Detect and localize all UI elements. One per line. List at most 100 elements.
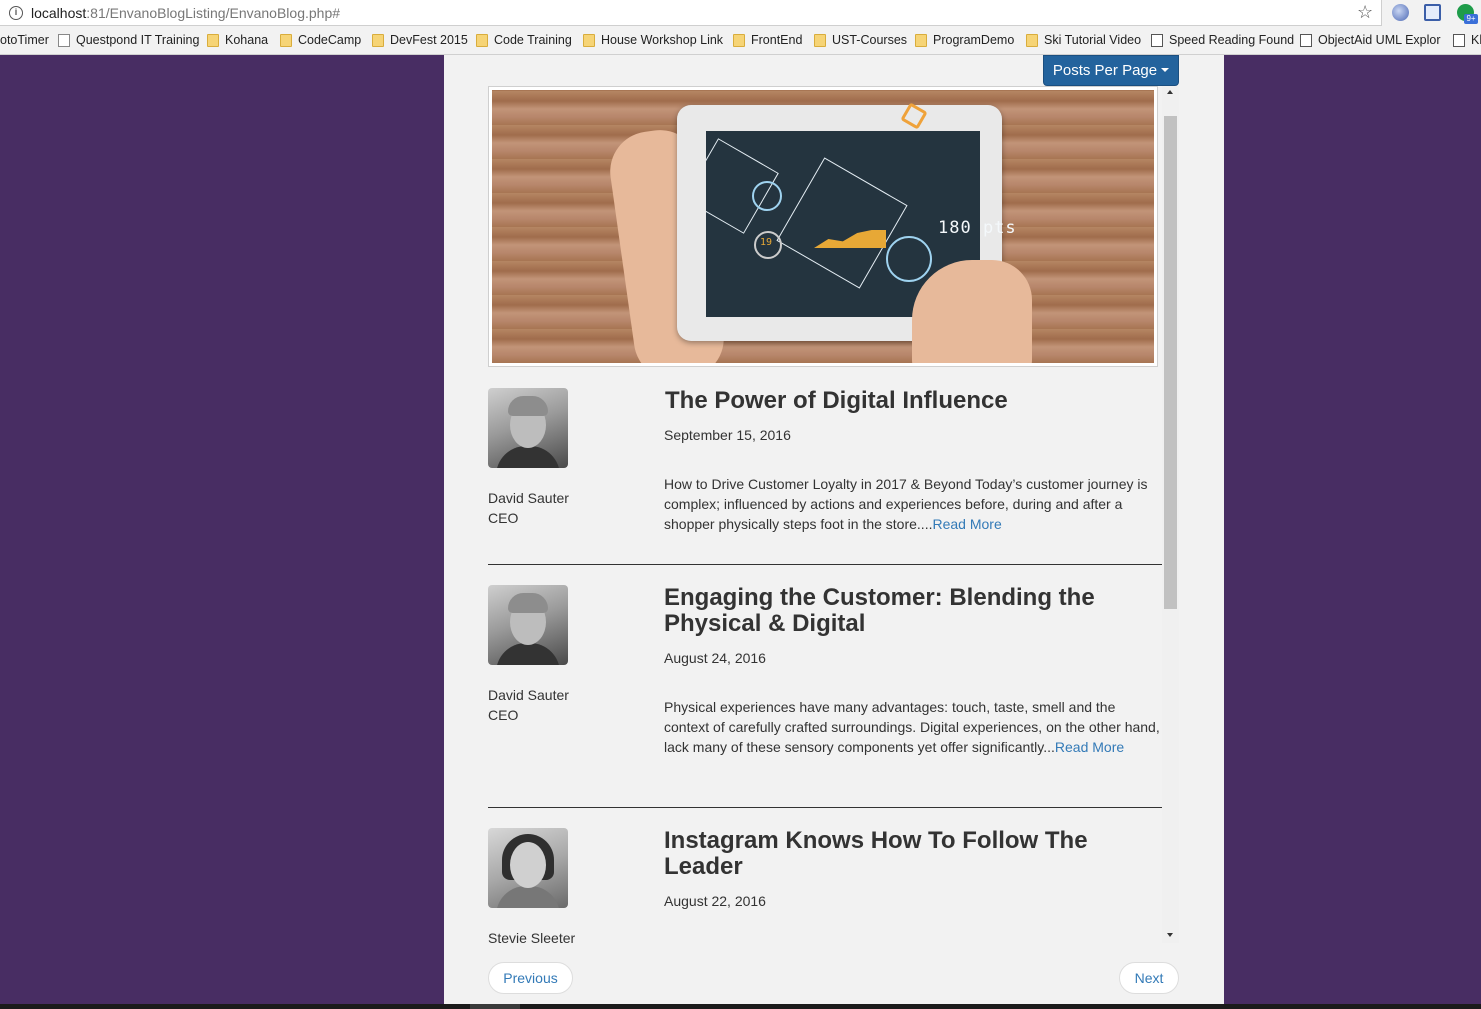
author-name: David Sauter xyxy=(488,490,569,506)
bookmark-label: ProgramDemo xyxy=(933,33,1015,47)
app-icon xyxy=(1453,34,1465,47)
bookmark-ototimer[interactable]: otoTimer xyxy=(0,32,49,49)
bookmark-label: Speed Reading Found xyxy=(1169,33,1295,47)
finger-illustration xyxy=(912,260,1032,363)
folder-icon xyxy=(207,34,219,47)
read-more-link[interactable]: Read More xyxy=(1055,739,1124,755)
bookmark-codecamp[interactable]: CodeCamp xyxy=(280,32,361,49)
screen-extension-icon[interactable] xyxy=(1424,4,1441,21)
bookmark-label: ObjectAid UML Explor xyxy=(1318,33,1441,47)
author-avatar xyxy=(488,828,568,908)
read-more-link[interactable]: Read More xyxy=(932,516,1001,532)
hero-tablet-illustration: 19 180 pts xyxy=(492,90,1154,363)
bookmark-questpond[interactable]: Questpond IT Training xyxy=(58,32,199,49)
bookmark-ski-tutorial[interactable]: Ski Tutorial Video xyxy=(1026,32,1141,49)
app-icon xyxy=(1300,34,1312,47)
folder-icon xyxy=(372,34,384,47)
bookmark-label: DevFest 2015 xyxy=(390,33,468,47)
folder-icon xyxy=(476,34,488,47)
post-divider xyxy=(488,807,1162,808)
url-path: :81/EnvanoBlogListing/EnvanoBlog.php# xyxy=(86,5,341,21)
bookmark-label: otoTimer xyxy=(0,33,49,47)
bookmark-devfest[interactable]: DevFest 2015 xyxy=(372,32,468,49)
author-avatar xyxy=(488,388,568,468)
hero-badge-text: 19 xyxy=(760,237,773,248)
post-divider xyxy=(488,564,1162,565)
post-date: August 22, 2016 xyxy=(664,893,766,909)
bookmark-label: Code Training xyxy=(494,33,572,47)
bookmark-label: Questpond IT Training xyxy=(76,33,200,47)
bookmark-label: CodeCamp xyxy=(298,33,362,47)
bookmark-kohana[interactable]: Kohana xyxy=(207,32,268,49)
post-date: September 15, 2016 xyxy=(664,427,791,443)
url-field[interactable]: i localhost:81/EnvanoBlogListing/EnvanoB… xyxy=(0,0,1382,26)
taskbar xyxy=(0,1004,1481,1009)
scrollbar-thumb[interactable] xyxy=(1164,116,1177,609)
bookmark-label: Kohana xyxy=(225,33,269,47)
scrollbar[interactable] xyxy=(1162,86,1179,943)
posts-per-page-label: Posts Per Page xyxy=(1052,62,1158,79)
author-name: Stevie Sleeter xyxy=(488,930,576,943)
author-info: Stevie Sleeter xyxy=(488,928,575,943)
avatar-body xyxy=(496,886,560,908)
bookmark-label: Kh xyxy=(1471,33,1481,47)
post-excerpt: Physical experiences have many advantage… xyxy=(664,697,1160,757)
scroll-down-arrow-icon[interactable] xyxy=(1167,933,1173,937)
bookmark-programdemo[interactable]: ProgramDemo xyxy=(915,32,1014,49)
post-excerpt: How to Drive Customer Loyalty in 2017 & … xyxy=(664,474,1160,534)
post-title[interactable]: Instagram Knows How To Follow The Leader xyxy=(664,828,1134,880)
avatar-body xyxy=(496,643,560,665)
avatar-hair xyxy=(508,593,548,613)
author-role: CEO xyxy=(488,510,519,526)
avatar-face xyxy=(510,842,546,888)
bookmark-star-icon[interactable]: ☆ xyxy=(1357,2,1373,23)
app-icon xyxy=(1151,34,1163,47)
page-icon xyxy=(58,34,70,47)
folder-icon xyxy=(814,34,826,47)
url-host: localhost xyxy=(31,5,87,21)
browser-address-bar: i localhost:81/EnvanoBlogListing/EnvanoB… xyxy=(0,0,1481,26)
post-title[interactable]: The Power of Digital Influence xyxy=(665,388,1135,414)
author-role: CEO xyxy=(488,707,519,723)
scroll-up-arrow-icon[interactable] xyxy=(1167,90,1173,94)
ring-shape xyxy=(886,236,932,282)
taskbar-item[interactable] xyxy=(470,1004,520,1009)
bookmarks-bar: otoTimer Questpond IT Training Kohana Co… xyxy=(0,26,1481,55)
folder-icon xyxy=(1026,34,1038,47)
bookmark-label: FrontEnd xyxy=(751,33,803,47)
bookmark-code-training[interactable]: Code Training xyxy=(476,32,572,49)
bookmark-speed-reading[interactable]: Speed Reading Found xyxy=(1151,32,1294,49)
ring-shape xyxy=(752,181,782,211)
bookmark-label: UST-Courses xyxy=(832,33,908,47)
folder-icon xyxy=(583,34,595,47)
author-info: David Sauter CEO xyxy=(488,685,569,725)
hero-points-text: 180 pts xyxy=(938,218,1017,238)
folder-icon xyxy=(733,34,745,47)
hero-image: 19 180 pts xyxy=(488,86,1158,367)
info-icon[interactable]: i xyxy=(9,6,23,20)
bookmark-objectaid[interactable]: ObjectAid UML Explor xyxy=(1300,32,1441,49)
bookmark-kh[interactable]: Kh xyxy=(1453,32,1481,49)
blog-list-scroll-area[interactable]: 19 180 pts David Sauter CEO The Power of… xyxy=(488,86,1179,943)
globe-extension-icon[interactable] xyxy=(1392,4,1409,21)
author-name: David Sauter xyxy=(488,687,569,703)
caret-down-icon xyxy=(1161,68,1170,72)
extension-badge: 9+ xyxy=(1464,14,1478,24)
url-text: localhost:81/EnvanoBlogListing/EnvanoBlo… xyxy=(31,5,340,21)
bookmark-ust-courses[interactable]: UST-Courses xyxy=(814,32,907,49)
bookmark-frontend[interactable]: FrontEnd xyxy=(733,32,802,49)
post-excerpt-text: How to Drive Customer Loyalty in 2017 & … xyxy=(664,476,1148,532)
author-avatar xyxy=(488,585,568,665)
folder-icon xyxy=(280,34,292,47)
bookmark-label: Ski Tutorial Video xyxy=(1044,33,1142,47)
avatar-body xyxy=(496,446,560,468)
bookmark-house-workshop[interactable]: House Workshop Link xyxy=(583,32,723,49)
post-title[interactable]: Engaging the Customer: Blending the Phys… xyxy=(664,585,1134,637)
previous-page-button[interactable]: Previous xyxy=(488,962,573,994)
folder-icon xyxy=(915,34,927,47)
next-page-button[interactable]: Next xyxy=(1119,962,1179,994)
avatar-hair xyxy=(508,396,548,416)
posts-per-page-button[interactable]: Posts Per Page xyxy=(1043,55,1179,86)
post-date: August 24, 2016 xyxy=(664,650,766,666)
bookmark-label: House Workshop Link xyxy=(601,33,724,47)
